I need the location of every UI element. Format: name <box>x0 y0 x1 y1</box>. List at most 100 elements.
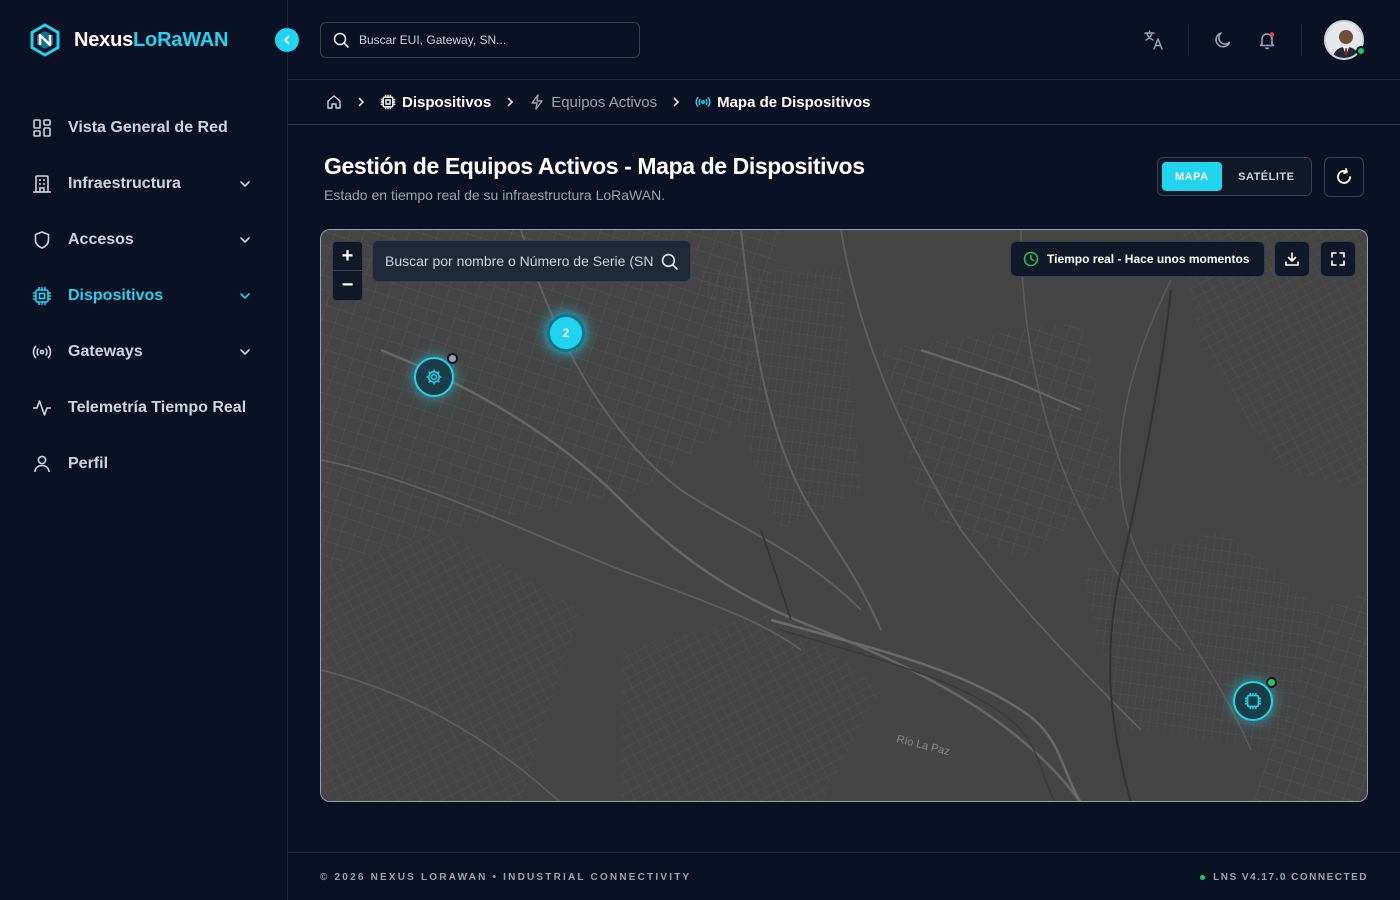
clock-icon <box>1023 251 1039 267</box>
divider <box>1188 24 1189 56</box>
device-map[interactable]: Río La Paz + − Tiempo real - Hace unos m… <box>320 229 1368 802</box>
zoom-controls: + − <box>332 241 363 301</box>
chevron-left-icon <box>283 35 290 45</box>
refresh-button[interactable] <box>1324 157 1364 197</box>
search-input[interactable] <box>359 33 619 47</box>
sidebar-item-label: Vista General de Red <box>68 119 228 136</box>
translate-button[interactable] <box>1142 28 1166 52</box>
online-status-dot <box>1356 46 1366 56</box>
sidebar-item-accesos[interactable]: Accesos <box>0 212 288 268</box>
device-search-input[interactable] <box>385 253 653 269</box>
sidebar: NexusLoRaWAN Vista General de Red Infrae… <box>0 0 299 900</box>
device-marker[interactable] <box>1233 677 1277 721</box>
chevron-right-icon <box>673 97 680 107</box>
breadcrumb-label: Dispositivos <box>402 93 492 111</box>
sidebar-collapse-button[interactable] <box>275 28 299 52</box>
sidebar-item-label: Dispositivos <box>68 287 164 304</box>
topbar <box>288 0 1400 80</box>
chip-icon <box>1244 692 1262 710</box>
shield-icon <box>32 230 52 250</box>
map-tiles[interactable]: Río La Paz <box>321 230 1368 802</box>
chip-icon <box>32 286 52 306</box>
sidebar-item-label: Accesos <box>68 231 134 248</box>
download-button[interactable] <box>1274 241 1310 277</box>
device-cluster-marker[interactable]: 2 <box>547 314 585 352</box>
breadcrumb-label: Mapa de Dispositivos <box>717 93 871 111</box>
app-root: NexusLoRaWAN Vista General de Red Infrae… <box>0 0 1400 900</box>
chip-icon <box>380 94 396 110</box>
sidebar-item-gateways[interactable]: Gateways <box>0 324 288 380</box>
zoom-out-button[interactable]: − <box>333 271 362 300</box>
breadcrumb-separator <box>491 97 529 107</box>
activity-icon <box>32 398 52 418</box>
broadcast-icon <box>695 96 711 108</box>
translate-icon <box>1144 30 1163 50</box>
sidebar-item-telemetria[interactable]: Telemetría Tiempo Real <box>0 380 288 436</box>
page-title: Gestión de Equipos Activos - Mapa de Dis… <box>324 153 865 179</box>
notifications-button[interactable] <box>1255 28 1279 52</box>
search-icon <box>333 32 349 48</box>
sidebar-item-perfil[interactable]: Perfil <box>0 436 288 492</box>
breadcrumb-separator <box>657 97 695 107</box>
device-status-dot <box>1266 677 1277 688</box>
device-status-dot <box>447 353 458 364</box>
dashboard-grid-icon <box>32 118 52 138</box>
home-icon <box>327 95 341 109</box>
breadcrumb-label: Equipos Activos <box>551 93 658 111</box>
refresh-icon <box>1337 168 1351 184</box>
footer-copyright: © 2026 NEXUS LORAWAN • INDUSTRIAL CONNEC… <box>320 872 692 883</box>
connection-status-dot <box>1200 875 1206 880</box>
brand[interactable]: NexusLoRaWAN <box>28 22 228 58</box>
map-view-button[interactable]: MAPA <box>1162 162 1222 191</box>
page-subtitle: Estado en tiempo real de su infraestruct… <box>324 187 666 203</box>
chevron-down-icon <box>240 293 250 300</box>
moon-icon <box>1215 32 1231 48</box>
chevron-right-icon <box>507 97 514 107</box>
map-search[interactable] <box>372 240 691 282</box>
sidebar-item-label: Perfil <box>68 455 109 472</box>
lightning-icon <box>531 94 543 110</box>
building-icon <box>32 174 52 194</box>
map-view-toggle: MAPA SATÉLITE <box>1157 157 1312 196</box>
fullscreen-icon <box>1331 252 1345 266</box>
breadcrumb-separator <box>342 97 380 107</box>
sidebar-item-label: Gateways <box>68 343 143 360</box>
brand-logo-icon <box>30 23 60 57</box>
broadcast-icon <box>32 342 52 362</box>
breadcrumb-equipos-activos[interactable]: Equipos Activos <box>529 94 657 111</box>
global-search[interactable] <box>320 22 640 58</box>
chevron-down-icon <box>240 181 250 188</box>
chevron-down-icon <box>240 349 250 356</box>
sidebar-item-label: Telemetría Tiempo Real <box>68 399 247 416</box>
sidebar-item-label: Infraestructura <box>68 175 181 192</box>
breadcrumb-dispositivos[interactable]: Dispositivos <box>380 94 491 111</box>
live-status-badge: Tiempo real - Hace unos momentos <box>1010 241 1265 277</box>
satellite-view-button[interactable]: SATÉLITE <box>1226 162 1307 191</box>
breadcrumb-home[interactable] <box>326 94 342 110</box>
brand-name: NexusLoRaWAN <box>74 28 229 51</box>
theme-toggle-button[interactable] <box>1211 28 1235 52</box>
download-icon <box>1285 252 1299 266</box>
footer-version: LNS V4.17.0 CONNECTED <box>1200 872 1368 883</box>
main-content: Gestión de Equipos Activos - Mapa de Dis… <box>288 125 1400 852</box>
live-status-text: Tiempo real - Hace unos momentos <box>1047 252 1250 266</box>
bell-icon <box>1259 32 1275 50</box>
chevron-right-icon <box>358 97 365 107</box>
footer: © 2026 NEXUS LORAWAN • INDUSTRIAL CONNEC… <box>288 852 1400 900</box>
sidebar-nav: Vista General de Red Infraestructura Acc… <box>0 100 288 492</box>
user-icon <box>32 454 52 474</box>
sidebar-item-vista-general[interactable]: Vista General de Red <box>0 100 288 156</box>
device-marker[interactable] <box>414 353 458 397</box>
topbar-actions <box>1142 20 1364 60</box>
fullscreen-button[interactable] <box>1320 241 1356 277</box>
zoom-in-button[interactable]: + <box>333 242 362 271</box>
breadcrumb: Dispositivos Equipos Activos Mapa de Dis… <box>288 80 1400 125</box>
footer-version-text: LNS V4.17.0 CONNECTED <box>1213 872 1368 883</box>
sidebar-item-infraestructura[interactable]: Infraestructura <box>0 156 288 212</box>
divider <box>1301 24 1302 56</box>
breadcrumb-mapa-dispositivos: Mapa de Dispositivos <box>695 94 870 111</box>
gear-icon <box>426 369 442 385</box>
search-icon <box>661 253 678 270</box>
sidebar-item-dispositivos[interactable]: Dispositivos <box>0 268 288 324</box>
chevron-down-icon <box>240 237 250 244</box>
